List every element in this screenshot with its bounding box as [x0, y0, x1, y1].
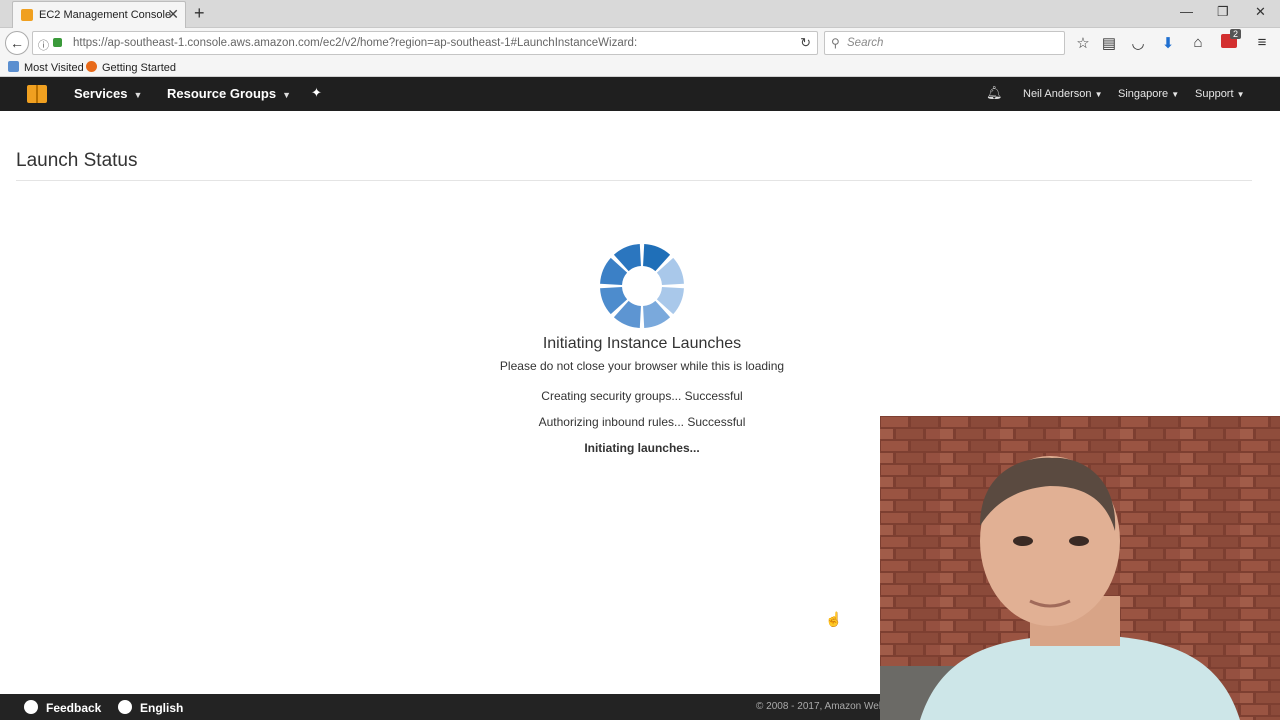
chevron-down-icon: ▼ — [282, 90, 292, 100]
aws-favicon-icon — [21, 9, 33, 21]
lock-icon — [53, 38, 62, 47]
bookmark-most-visited[interactable]: Most Visited — [8, 61, 84, 74]
minimize-window-button[interactable]: — — [1180, 4, 1193, 19]
pin-icon[interactable]: ✦ — [311, 85, 322, 101]
firefox-icon — [86, 61, 97, 72]
pocket-icon[interactable]: ◡ — [1129, 34, 1147, 52]
search-icon: ⚲ — [831, 36, 840, 50]
star-icon[interactable]: ☆ — [1074, 34, 1092, 52]
folder-icon — [8, 61, 19, 72]
extension-badge: 2 — [1230, 29, 1242, 39]
info-icon[interactable]: ⓘ — [38, 37, 49, 53]
arrow-left-icon[interactable]: ← — [5, 31, 29, 55]
language-selector[interactable]: English — [118, 700, 183, 715]
browser-tab[interactable]: EC2 Management Console ✕ — [12, 1, 186, 28]
status-subheading: Please do not close your browser while t… — [499, 359, 785, 373]
caret-down-icon: ▼ — [1236, 90, 1245, 99]
status-heading: Initiating Instance Launches — [542, 335, 742, 352]
aws-cube-logo-icon[interactable] — [27, 85, 47, 103]
download-icon[interactable]: ⬇ — [1159, 34, 1177, 52]
bookmark-getting-started[interactable]: Getting Started — [86, 61, 176, 74]
hamburger-menu-icon[interactable]: ≡ — [1253, 34, 1271, 51]
new-tab-button[interactable]: + — [194, 3, 205, 24]
restore-window-button[interactable]: ❐ — [1217, 4, 1229, 20]
copyright-text: © 2008 - 2017, Amazon Web — [756, 701, 885, 712]
step-security-groups: Creating security groups... Successful — [541, 389, 743, 403]
browser-tab-strip: EC2 Management Console ✕ + — ❐ ✕ — [0, 0, 1280, 28]
title-divider — [16, 180, 1252, 181]
resource-groups-menu[interactable]: Resource Groups ▼ — [167, 86, 291, 101]
caret-down-icon: ▼ — [1171, 90, 1180, 99]
user-menu[interactable]: Neil Anderson ▼ — [1023, 88, 1102, 100]
support-menu[interactable]: Support ▼ — [1195, 88, 1245, 100]
feedback-button[interactable]: Feedback — [24, 700, 101, 715]
aws-console-header: Services ▼ Resource Groups ▼ ✦ 🔔︎ Neil And… — [0, 77, 1280, 111]
close-tab-icon[interactable]: ✕ — [167, 6, 179, 23]
hand-cursor-icon: ☝ — [825, 611, 843, 627]
globe-icon — [118, 700, 132, 714]
chevron-down-icon: ▼ — [133, 90, 143, 100]
bell-icon[interactable]: 🔔︎ — [986, 85, 1003, 101]
search-placeholder: Search — [847, 37, 884, 49]
home-icon[interactable]: ⌂ — [1189, 34, 1207, 51]
bookmarks-toolbar: Most Visited Getting Started — [0, 58, 1280, 77]
region-menu[interactable]: Singapore ▼ — [1118, 88, 1179, 100]
webcam-video-overlay — [880, 416, 1280, 720]
clipboard-icon[interactable]: ▤ — [1100, 34, 1118, 52]
tab-title: EC2 Management Console — [39, 9, 172, 21]
page-title: Launch Status — [16, 150, 138, 171]
caret-down-icon: ▼ — [1094, 90, 1103, 99]
services-menu[interactable]: Services ▼ — [74, 86, 142, 101]
url-text[interactable]: https://ap-southeast-1.console.aws.amazo… — [73, 37, 637, 49]
browser-toolbar: ← ⓘ https://ap-southeast-1.console.aws.a… — [0, 28, 1280, 58]
close-window-button[interactable]: ✕ — [1255, 4, 1266, 20]
url-bar[interactable]: ⓘ https://ap-southeast-1.console.aws.ama… — [32, 31, 818, 55]
search-input[interactable]: ⚲ Search — [824, 31, 1065, 55]
speech-bubble-icon — [24, 700, 38, 714]
reload-icon[interactable]: ↻ — [800, 35, 811, 51]
loading-spinner-icon — [600, 244, 684, 328]
